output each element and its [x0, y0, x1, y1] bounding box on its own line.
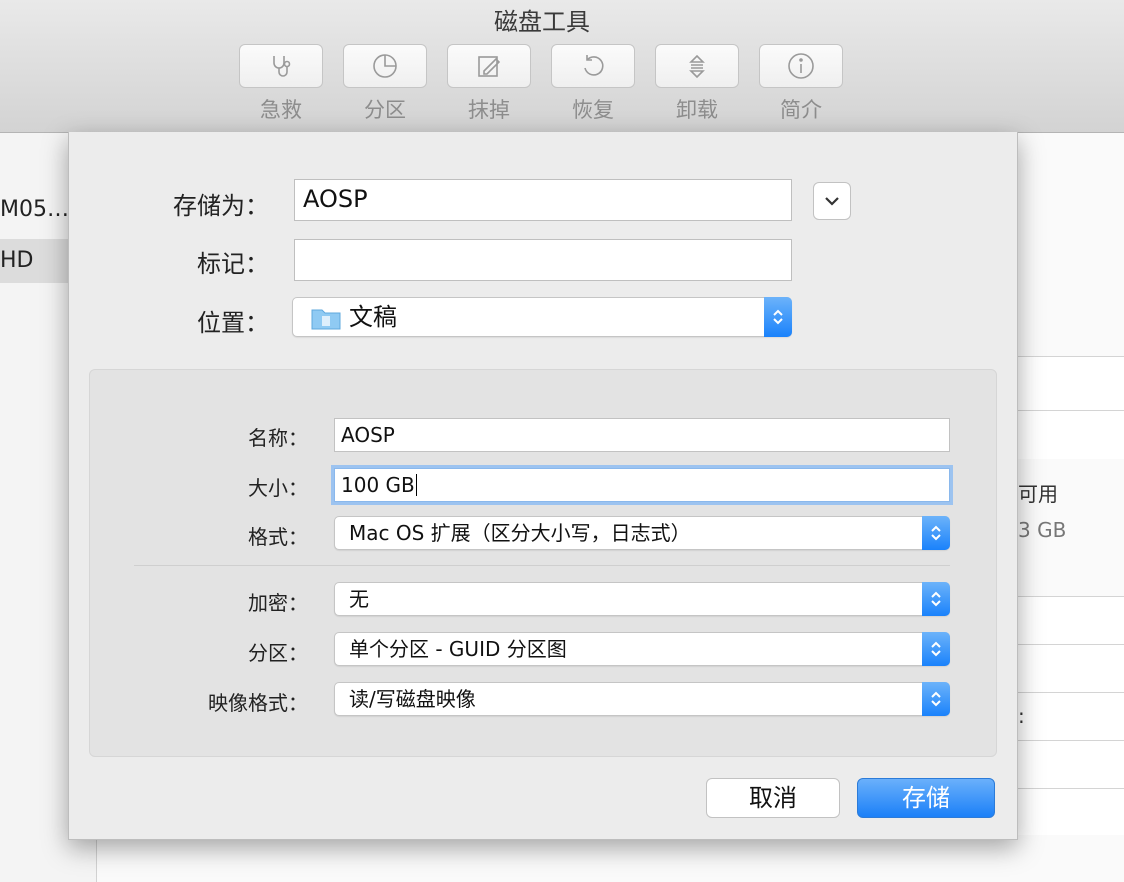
- available-value: 3 GB: [1018, 518, 1067, 542]
- window-title: 磁盘工具: [494, 8, 590, 36]
- up-down-arrows-icon: [931, 641, 941, 657]
- partition-button[interactable]: 分区: [343, 44, 429, 124]
- text-cursor: [415, 474, 417, 496]
- encryption-value: 无: [349, 587, 369, 611]
- sidebar-item-label: HD: [0, 248, 34, 273]
- info-row: [1016, 356, 1124, 411]
- info-label: 简介: [780, 98, 822, 122]
- erase-label: 抹掉: [468, 98, 510, 122]
- size-field[interactable]: 100 GB: [334, 468, 950, 502]
- first-aid-button[interactable]: 急救: [239, 44, 325, 124]
- partition-stepper[interactable]: [922, 632, 950, 666]
- image-format-label: 映像格式：: [208, 691, 308, 715]
- encryption-stepper[interactable]: [922, 582, 950, 616]
- image-options-panel: 名称： AOSP 大小： 100 GB 格式： Mac OS 扩展（区分大小写，…: [89, 369, 997, 757]
- folder-icon: [311, 309, 341, 330]
- sidebar-item-label: M05…: [0, 197, 69, 222]
- chevron-down-icon: [825, 197, 839, 206]
- partition-label: 分区：: [248, 641, 308, 665]
- encryption-label: 加密：: [248, 591, 308, 615]
- format-value: Mac OS 扩展（区分大小写，日志式）: [349, 521, 691, 545]
- up-down-arrows-icon: [773, 309, 783, 325]
- name-label: 名称：: [248, 426, 308, 450]
- partition-value: 单个分区 - GUID 分区图: [349, 637, 567, 661]
- partition-popup[interactable]: 单个分区 - GUID 分区图: [334, 632, 950, 666]
- location-stepper[interactable]: [764, 297, 792, 337]
- save-as-label: 存储为：: [173, 192, 269, 220]
- erase-icon: [478, 56, 501, 77]
- info-row: [1016, 788, 1124, 835]
- section-divider: [134, 565, 950, 566]
- info-colon: :: [1018, 704, 1025, 728]
- encryption-popup[interactable]: 无: [334, 582, 950, 616]
- disk-utility-window: M05… HD 可用 3 GB : 磁盘工具 急救 分区 抹掉 恢复 卸载 简介…: [0, 0, 1124, 882]
- available-label: 可用: [1018, 482, 1058, 506]
- format-popup[interactable]: Mac OS 扩展（区分大小写，日志式）: [334, 516, 950, 550]
- cancel-button[interactable]: 取消: [706, 778, 840, 818]
- pie-chart-icon: [373, 54, 397, 78]
- format-stepper[interactable]: [922, 516, 950, 550]
- save-button[interactable]: 存储: [857, 778, 995, 818]
- erase-button[interactable]: 抹掉: [447, 44, 533, 124]
- stethoscope-icon: [273, 56, 291, 77]
- first-aid-label: 急救: [260, 98, 302, 122]
- save-dialog: 存储为： AOSP 标记： 位置： 文稿 名称： AOSP 大小： 100 GB…: [68, 132, 1018, 840]
- unmount-icon: [689, 54, 705, 79]
- image-format-stepper[interactable]: [922, 682, 950, 716]
- toolbar: 磁盘工具 急救 分区 抹掉 恢复 卸载 简介: [0, 0, 1124, 133]
- info-row: [1016, 692, 1124, 741]
- info-row: [1016, 644, 1124, 693]
- info-row: [1016, 410, 1124, 459]
- up-down-arrows-icon: [931, 591, 941, 607]
- info-row: [1016, 740, 1124, 789]
- restore-icon: [584, 55, 604, 76]
- info-icon: [788, 53, 814, 79]
- info-row: [1016, 596, 1124, 645]
- location-value: 文稿: [349, 303, 397, 331]
- expand-dialog-button[interactable]: [813, 182, 851, 220]
- save-as-field[interactable]: AOSP: [294, 179, 792, 221]
- size-value: 100 GB: [341, 473, 415, 497]
- location-popup[interactable]: 文稿: [292, 297, 792, 337]
- image-format-value: 读/写磁盘映像: [349, 687, 476, 711]
- up-down-arrows-icon: [931, 525, 941, 541]
- tags-label: 标记：: [197, 250, 269, 278]
- size-label: 大小：: [248, 476, 308, 500]
- restore-label: 恢复: [572, 98, 614, 122]
- tags-field[interactable]: [294, 239, 792, 281]
- restore-button[interactable]: 恢复: [551, 44, 637, 124]
- partition-label: 分区: [364, 98, 406, 122]
- name-field[interactable]: AOSP: [334, 418, 950, 452]
- format-label: 格式：: [248, 525, 308, 549]
- location-label: 位置：: [197, 309, 269, 337]
- image-format-popup[interactable]: 读/写磁盘映像: [334, 682, 950, 716]
- unmount-button[interactable]: 卸载: [655, 44, 741, 124]
- up-down-arrows-icon: [931, 691, 941, 707]
- unmount-label: 卸载: [676, 98, 718, 122]
- info-button[interactable]: 简介: [759, 44, 845, 124]
